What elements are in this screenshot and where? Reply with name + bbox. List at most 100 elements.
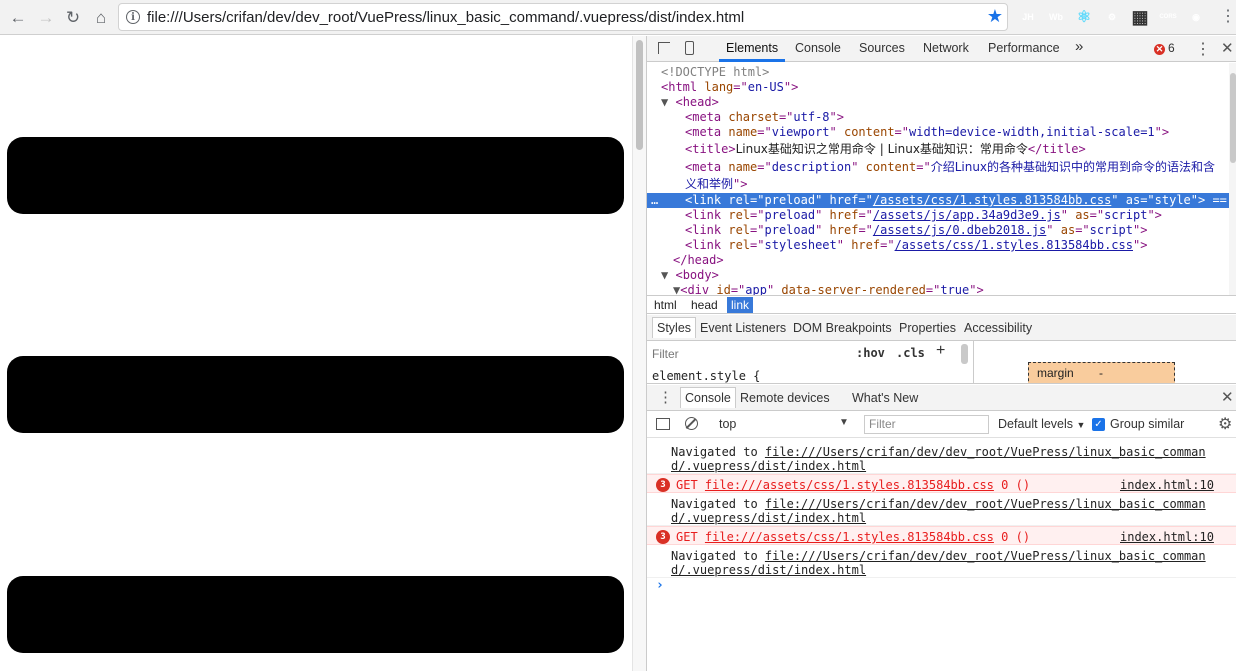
tab-properties[interactable]: Properties: [899, 321, 956, 335]
console-error-message[interactable]: 3 GET file:///assets/css/1.styles.813584…: [647, 526, 1236, 545]
clear-console-icon[interactable]: [685, 417, 698, 430]
devtools-menu-icon[interactable]: ⋮: [1195, 39, 1211, 59]
cls-toggle[interactable]: .cls: [896, 346, 925, 360]
dom-title[interactable]: <title>Linux基础知识之常用命令 | Linux基础知识：常用命令</…: [685, 142, 1086, 157]
styles-filter-input[interactable]: Filter: [652, 347, 679, 361]
box-model-margin[interactable]: margin -: [1028, 362, 1175, 383]
dom-meta-description-cont: 义和举例">: [685, 177, 748, 191]
device-toolbar-icon[interactable]: [685, 41, 694, 55]
dom-link-selected[interactable]: … <link rel="preload" href="/assets/css/1…: [647, 193, 1229, 208]
back-arrow-icon[interactable]: ←: [7, 7, 29, 29]
breadcrumb-html[interactable]: html: [650, 297, 681, 313]
error-source-link[interactable]: index.html:10: [1120, 530, 1214, 544]
dom-link-app-js[interactable]: <link rel="preload" href="/assets/js/app…: [685, 208, 1162, 223]
drawer-tab-console[interactable]: Console: [680, 387, 736, 408]
dom-meta-description[interactable]: <meta name="description" content="介绍Linu…: [685, 160, 1215, 175]
pane-divider[interactable]: [973, 341, 974, 383]
gear-icon[interactable]: ⚙: [1218, 414, 1232, 434]
elements-subtabs: Styles Event Listeners DOM Breakpoints P…: [647, 315, 1236, 341]
dom-div-app[interactable]: ▼<div id="app" data-server-rendered="tru…: [673, 283, 984, 295]
console-prompt-icon[interactable]: ›: [656, 578, 664, 593]
forward-arrow-icon[interactable]: →: [35, 7, 57, 29]
tab-sources[interactable]: Sources: [859, 41, 905, 55]
scrollbar-thumb[interactable]: [1230, 73, 1236, 163]
jh-extension-icon[interactable]: JH: [1019, 8, 1037, 26]
breadcrumb-link[interactable]: link: [727, 297, 754, 313]
devtools-tabbar: Elements Console Sources Network Perform…: [647, 36, 1236, 62]
tab-elements[interactable]: Elements: [726, 41, 778, 55]
dom-scrollbar[interactable]: [1229, 63, 1236, 295]
dom-head-close[interactable]: </head>: [673, 253, 724, 268]
drawer-tab-whats-new[interactable]: What's New: [852, 391, 918, 405]
browser-toolbar: ← → ↻ ⌂ i file:///Users/crifan/dev/dev_r…: [0, 0, 1236, 35]
address-bar[interactable]: i file:///Users/crifan/dev/dev_root/VueP…: [118, 3, 1008, 31]
site-info-icon[interactable]: i: [126, 10, 140, 24]
hov-toggle[interactable]: :hov: [856, 346, 885, 360]
new-rule-plus-icon[interactable]: +: [936, 342, 945, 360]
error-source-link[interactable]: index.html:10: [1120, 478, 1214, 492]
url-text[interactable]: file:///Users/crifan/dev/dev_root/VuePre…: [147, 9, 744, 26]
dom-meta-viewport[interactable]: <meta name="viewport" content="width=dev…: [685, 125, 1169, 140]
content-block: [7, 356, 624, 433]
context-select[interactable]: top: [719, 417, 736, 431]
console-log-message[interactable]: Navigated to file:///Users/crifan/dev/de…: [647, 546, 1236, 578]
sidebar-toggle-icon[interactable]: [656, 418, 670, 430]
dom-link-stylesheet[interactable]: <link rel="stylesheet" href="/assets/css…: [685, 238, 1147, 253]
dom-head-node[interactable]: ▼ <head>: [661, 95, 719, 110]
error-counter[interactable]: ✕ 6: [1154, 41, 1175, 55]
home-icon[interactable]: ⌂: [90, 7, 112, 29]
group-similar-checkbox[interactable]: ✓: [1092, 418, 1105, 431]
dom-tree: <!DOCTYPE html> <html lang="en-US"> ▼ <h…: [647, 63, 1229, 295]
browser-menu-icon[interactable]: ⋮: [1220, 6, 1236, 26]
react-devtools-icon[interactable]: ⚛: [1075, 8, 1093, 26]
active-tab-indicator: [719, 59, 785, 62]
error-count-badge: 3: [656, 530, 670, 544]
content-block: [7, 137, 624, 214]
tab-event-listeners[interactable]: Event Listeners: [700, 321, 786, 335]
console-error-message[interactable]: 3 GET file:///assets/css/1.styles.813584…: [647, 474, 1236, 493]
drawer-tab-remote-devices[interactable]: Remote devices: [740, 391, 830, 405]
console-filter-input[interactable]: Filter: [864, 415, 989, 434]
console-log-message[interactable]: Navigated to file:///Users/crifan/dev/de…: [647, 442, 1236, 474]
page-viewport: [0, 36, 632, 671]
dom-body-node[interactable]: ▼ <body>: [661, 268, 719, 283]
wb-extension-icon[interactable]: Wb: [1047, 8, 1065, 26]
breadcrumb-head[interactable]: head: [687, 297, 722, 313]
page-scrollbar[interactable]: [632, 36, 646, 671]
expand-triangle-icon: ▼: [661, 95, 669, 109]
close-devtools-icon[interactable]: ✕: [1221, 39, 1234, 57]
console-log-message[interactable]: Navigated to file:///Users/crifan/dev/de…: [647, 494, 1236, 526]
tab-network[interactable]: Network: [923, 41, 969, 55]
reload-icon[interactable]: ↻: [62, 7, 84, 29]
dropdown-arrow-icon[interactable]: ▼: [839, 417, 849, 428]
tab-console[interactable]: Console: [795, 41, 841, 55]
element-style-rule[interactable]: element.style {: [652, 369, 760, 383]
close-drawer-icon[interactable]: ✕: [1221, 388, 1234, 406]
log-levels-dropdown[interactable]: Default levels ▼: [998, 417, 1085, 431]
tab-styles[interactable]: Styles: [652, 317, 697, 338]
tab-performance[interactable]: Performance: [988, 41, 1060, 55]
dom-meta-charset[interactable]: <meta charset="utf-8">: [685, 110, 844, 125]
orange-extension-icon[interactable]: ⚙: [1103, 8, 1121, 26]
bookmark-star-icon[interactable]: ★: [987, 6, 1003, 27]
drawer-menu-icon[interactable]: ⋮: [658, 388, 673, 406]
styles-pane: Filter :hov .cls + element.style { margi…: [647, 341, 1236, 384]
console-toolbar: top ▼ Filter Default levels ▼ ✓ Group si…: [647, 411, 1236, 438]
dom-html-node[interactable]: <html lang="en-US">: [661, 80, 798, 95]
tab-accessibility[interactable]: Accessibility: [964, 321, 1032, 335]
qr-code-icon[interactable]: ▦: [1131, 7, 1149, 27]
tab-dom-breakpoints[interactable]: DOM Breakpoints: [793, 321, 892, 335]
group-similar-label: Group similar: [1110, 417, 1185, 431]
blue-extension-icon[interactable]: ◉: [1187, 8, 1205, 26]
dom-doctype[interactable]: <!DOCTYPE html>: [661, 65, 769, 80]
dom-link-chunk-js[interactable]: <link rel="preload" href="/assets/js/0.d…: [685, 223, 1147, 238]
content-block: [7, 576, 624, 653]
expand-triangle-icon: ▼: [661, 268, 669, 282]
inspect-element-icon[interactable]: [658, 42, 670, 54]
styles-scrollbar[interactable]: [961, 344, 968, 364]
drawer-tabbar: ⋮ Console Remote devices What's New ✕: [647, 385, 1236, 411]
more-tabs-icon[interactable]: »: [1075, 38, 1083, 55]
scrollbar-thumb[interactable]: [636, 40, 643, 150]
cors-extension-icon[interactable]: CORS: [1159, 8, 1177, 26]
breadcrumb: html head link: [647, 295, 1236, 314]
